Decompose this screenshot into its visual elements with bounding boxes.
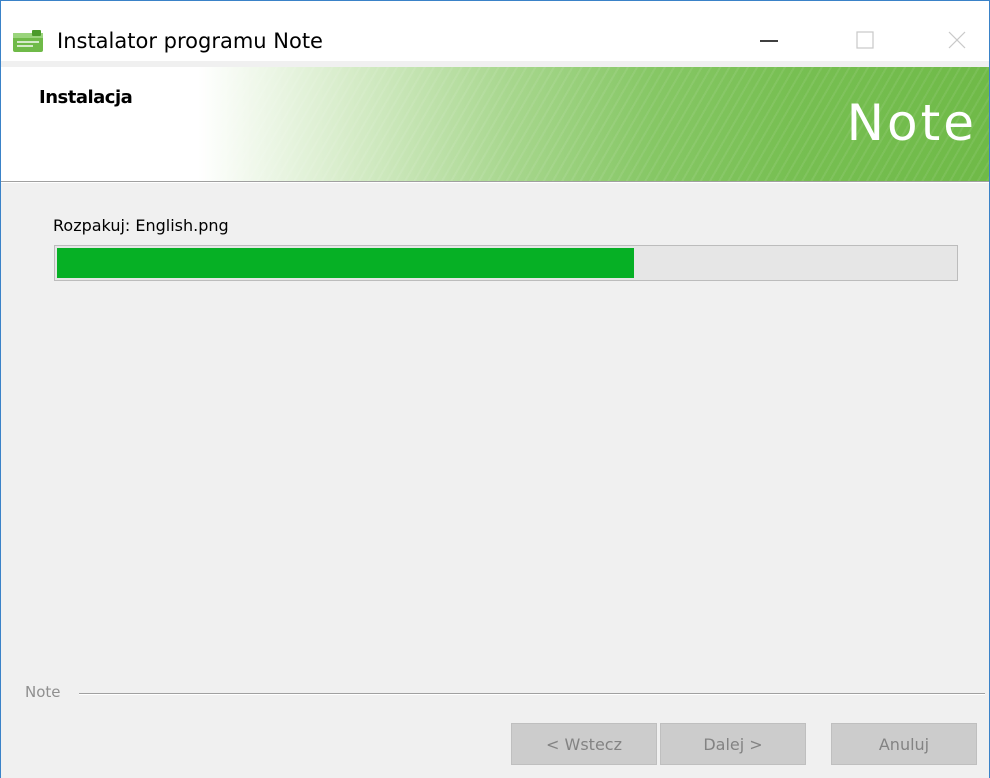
header-stripes — [1, 67, 989, 181]
next-button[interactable]: Dalej > — [660, 723, 806, 765]
window-title: Instalator programu Note — [57, 29, 323, 53]
progress-bar — [54, 245, 958, 281]
installer-window: Instalator programu Note Instalacja Note… — [0, 0, 990, 778]
app-icon — [13, 30, 43, 52]
page-title: Instalacja — [39, 87, 133, 108]
minimize-button[interactable] — [741, 19, 797, 61]
close-button[interactable] — [929, 19, 985, 61]
title-bar[interactable]: Instalator programu Note — [1, 1, 989, 61]
minimize-icon — [760, 40, 778, 42]
close-icon — [948, 31, 966, 49]
maximize-icon — [856, 31, 874, 49]
maximize-button[interactable] — [837, 19, 893, 61]
note-logo: Note — [846, 94, 977, 152]
status-text: Rozpakuj: English.png — [53, 216, 229, 235]
branding-divider — [79, 693, 985, 694]
back-button[interactable]: < Wstecz — [511, 723, 657, 765]
branding-label: Note — [25, 683, 61, 701]
header-divider — [1, 181, 989, 183]
cancel-button[interactable]: Anuluj — [831, 723, 977, 765]
progress-fill — [57, 248, 634, 278]
header-banner: Instalacja Note — [1, 67, 989, 181]
